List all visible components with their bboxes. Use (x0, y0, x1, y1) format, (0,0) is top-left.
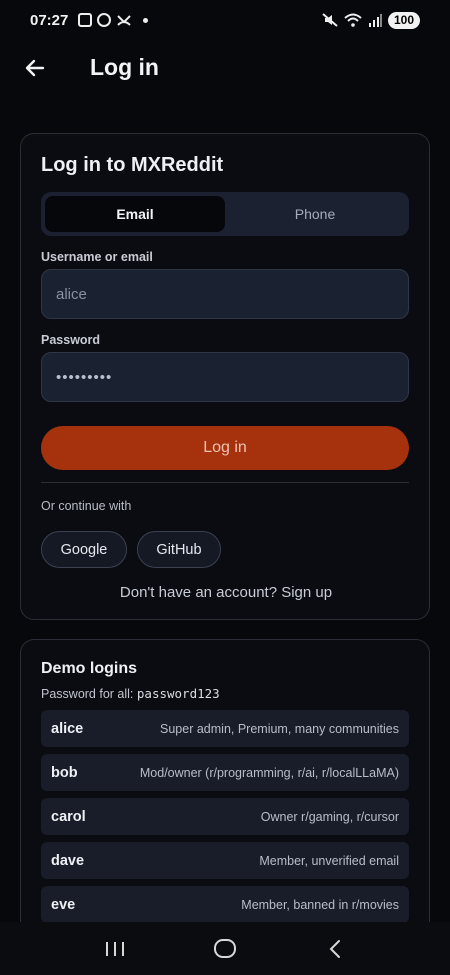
tab-phone[interactable]: Phone (225, 196, 405, 232)
username-input[interactable]: alice (41, 269, 409, 319)
demo-logins-card: Demo logins Password for all: password12… (20, 639, 430, 939)
status-icons-left (78, 13, 149, 27)
demo-account-row[interactable]: dave Member, unverified email (41, 842, 409, 879)
system-nav-bar (0, 922, 450, 975)
login-card: Log in to MXReddit Email Phone Username … (20, 133, 430, 620)
mute-icon (322, 13, 338, 27)
signup-prompt: Don't have an account? Sign up (21, 584, 431, 601)
password-label: Password (41, 333, 101, 347)
demo-account-row[interactable]: eve Member, banned in r/movies (41, 886, 409, 923)
screenshot-icon (78, 13, 93, 27)
notification-dot (143, 17, 149, 23)
demo-account-name: bob (51, 764, 78, 781)
signup-link[interactable]: Don't have an account? Sign up (120, 584, 332, 601)
tab-email[interactable]: Email (45, 196, 225, 232)
demo-account-row[interactable]: alice Super admin, Premium, many communi… (41, 710, 409, 747)
demo-account-name: eve (51, 896, 76, 913)
demo-password-hint: Password for all: password123 (41, 686, 220, 701)
demo-account-desc: Mod/owner (r/programming, r/ai, r/localL… (139, 765, 399, 780)
demo-account-name: carol (51, 808, 86, 825)
password-input[interactable]: ••••••••• (41, 352, 409, 402)
demo-account-row[interactable]: carol Owner r/gaming, r/cursor (41, 798, 409, 835)
recent-apps-button[interactable] (90, 929, 140, 969)
username-label: Username or email (41, 250, 153, 264)
status-bar: 07:27 100 (0, 0, 450, 40)
password-value: ••••••••• (56, 368, 113, 386)
status-icons-right: 100 (322, 11, 420, 29)
status-time: 07:27 (30, 11, 69, 29)
arrow-left-icon (25, 59, 45, 76)
home-icon (214, 938, 236, 958)
wifi-icon (344, 13, 362, 27)
back-button[interactable] (15, 48, 55, 88)
home-button[interactable] (200, 929, 250, 969)
username-value: alice (56, 285, 87, 303)
demo-logins-title: Demo logins (41, 660, 138, 677)
demo-account-name: dave (51, 852, 85, 869)
back-icon (329, 939, 340, 958)
demo-account-name: alice (51, 720, 84, 737)
demo-account-desc: Owner r/gaming, r/cursor (260, 809, 399, 824)
page-title: Log in (90, 54, 159, 80)
login-method-tabs: Email Phone (41, 192, 409, 236)
missed-call-icon (117, 15, 132, 26)
battery-indicator: 100 (387, 11, 420, 29)
divider (41, 482, 409, 483)
app-bar: Log in (0, 45, 450, 90)
demo-account-desc: Member, unverified email (259, 853, 399, 868)
or-continue-label: Or continue with (41, 499, 132, 513)
login-submit-button[interactable]: Log in (41, 426, 409, 470)
recent-apps-icon (106, 941, 124, 956)
demo-account-list: alice Super admin, Premium, many communi… (41, 710, 409, 930)
demo-account-desc: Super admin, Premium, many communities (160, 721, 399, 736)
whatsapp-icon (97, 13, 112, 27)
github-login-button[interactable]: GitHub (137, 531, 221, 568)
demo-password-prefix: Password for all: (41, 687, 134, 701)
nav-back-button[interactable] (310, 929, 360, 969)
demo-account-desc: Member, banned in r/movies (241, 897, 399, 912)
signal-icon (368, 14, 382, 27)
login-card-title: Log in to MXReddit (41, 154, 224, 176)
google-login-button[interactable]: Google (41, 531, 127, 568)
demo-account-row[interactable]: bob Mod/owner (r/programming, r/ai, r/lo… (41, 754, 409, 791)
demo-password-value: password123 (136, 686, 220, 701)
